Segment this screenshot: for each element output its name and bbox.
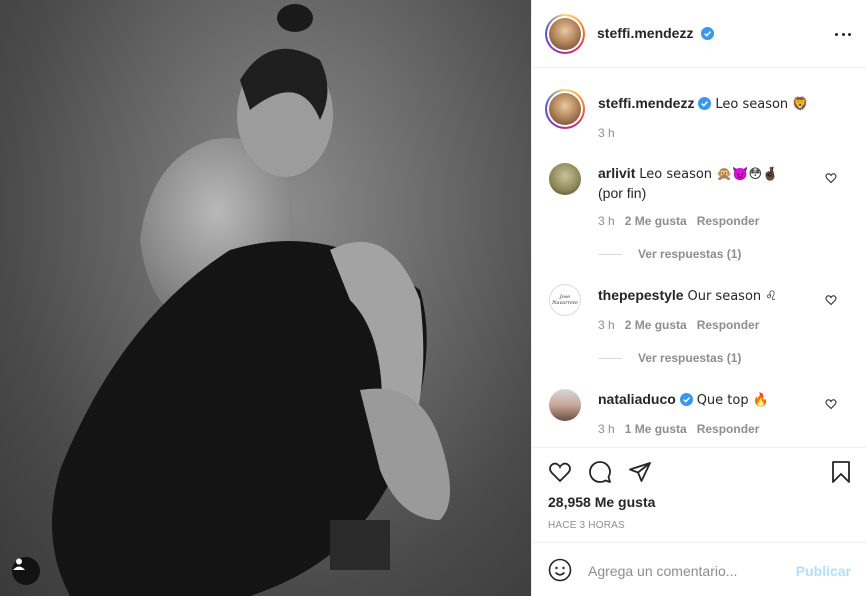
comment-input[interactable]: Agrega un comentario... [588,563,737,579]
comment-time[interactable]: 3 h [598,318,615,332]
comment-text: arlivit Leo season 🙊👿😳🤞🏿 (por fin) [598,164,828,202]
author-name-row: steffi.mendezz [597,25,715,41]
reply-button[interactable]: Responder [697,214,760,228]
caption: steffi.mendezz Leo season 🦁 [598,94,808,114]
comment-avatar[interactable] [549,389,581,421]
user-tag-button[interactable] [12,557,40,585]
more-options-button[interactable] [835,24,851,44]
author-avatar[interactable] [545,14,585,54]
bookmark-icon[interactable] [829,460,853,484]
comment-body-line2: (por fin) [598,185,647,201]
comment-body: Our season ♌ [687,289,777,304]
comment-username[interactable]: arlivit [598,165,635,181]
comment-text: thepepestyle Our season ♌ [598,286,828,306]
post-time[interactable]: HACE 3 HORAS [548,520,625,531]
view-replies-button[interactable]: Ver respuestas (1) [598,247,741,261]
comment-time[interactable]: 3 h [598,422,615,436]
emoji-icon[interactable] [548,558,572,582]
comment-time[interactable]: 3 h [598,214,615,228]
comment-likes[interactable]: 2 Me gusta [625,318,687,332]
comment-body: Que top 🔥 [696,393,769,408]
view-replies-label: Ver respuestas (1) [638,247,742,261]
reply-button[interactable]: Responder [697,422,760,436]
comment-likes[interactable]: 2 Me gusta [625,214,687,228]
verified-badge-icon [679,393,693,406]
author-username[interactable]: steffi.mendezz [597,25,693,41]
post-sidebar: steffi.mendezz steffi.mendezz Leo season… [531,0,866,596]
add-comment-bar: Agrega un comentario... Publicar [532,542,866,596]
comment-meta: 3 h 1 Me gusta Responder [598,422,759,436]
heart-icon[interactable] [825,398,837,410]
caption-avatar[interactable] [545,89,585,129]
verified-badge-icon [701,27,715,40]
caption-username[interactable]: steffi.mendezz [598,95,694,111]
comments-list: steffi.mendezz Leo season 🦁 3 h arlivit … [532,69,866,447]
like-count[interactable]: 28,958 Me gusta [548,494,655,510]
comment-meta: 3 h 2 Me gusta Responder [598,318,759,332]
avatar-signature: Jose Navarrete [552,294,578,306]
share-icon[interactable] [628,460,652,484]
comment-meta: 3 h 2 Me gusta Responder [598,214,759,228]
reply-button[interactable]: Responder [697,318,760,332]
user-tag-icon [13,558,25,570]
comment-avatar[interactable]: Jose Navarrete [549,284,581,316]
publish-button[interactable]: Publicar [796,563,851,579]
view-replies-button[interactable]: Ver respuestas (1) [598,351,741,365]
comment-username[interactable]: thepepestyle [598,287,684,303]
comment-text: nataliaduco Que top 🔥 [598,390,828,410]
more-options-icon [835,32,838,36]
view-replies-label: Ver respuestas (1) [638,351,742,365]
heart-icon[interactable] [825,172,837,184]
comment-avatar[interactable] [549,163,581,195]
comment-username[interactable]: nataliaduco [598,391,676,407]
post-actions: 28,958 Me gusta HACE 3 HORAS [532,447,866,541]
comment-icon[interactable] [588,460,612,484]
post-photo-image [52,4,450,596]
heart-icon[interactable] [548,460,572,484]
caption-time[interactable]: 3 h [598,126,615,140]
post-header: steffi.mendezz [532,0,866,68]
caption-text: Leo season 🦁 [715,97,809,112]
comment-likes[interactable]: 1 Me gusta [625,422,687,436]
comment-body: Leo season 🙊👿😳🤞🏿 [639,167,779,182]
verified-badge-icon [698,97,712,110]
post-photo[interactable] [0,0,531,596]
heart-icon[interactable] [825,294,837,306]
caption-meta: 3 h [598,126,615,140]
